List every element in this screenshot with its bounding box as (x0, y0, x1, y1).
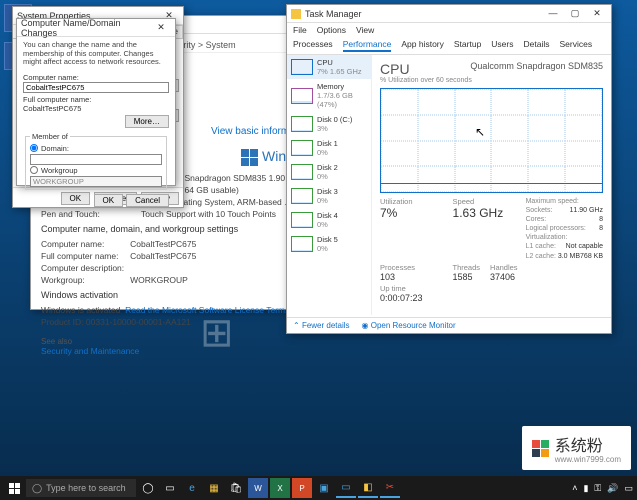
start-button[interactable] (4, 478, 24, 498)
store-icon[interactable]: 🛍 (226, 478, 246, 498)
tab-startup[interactable]: Startup (454, 39, 481, 52)
tab-performance[interactable]: Performance (343, 39, 392, 52)
menu-options[interactable]: Options (317, 25, 346, 35)
tab-services[interactable]: Services (559, 39, 592, 52)
namedlg-description: You can change the name and the membersh… (23, 41, 169, 67)
snip-taskbar-icon[interactable]: ✂ (380, 478, 400, 498)
tm-title: Task Manager (305, 9, 362, 19)
wifi-icon[interactable]: ⚿ (594, 483, 601, 494)
task-manager-window: Task Manager — ▢ ✕ File Options View Pro… (286, 4, 612, 334)
notifications-icon[interactable]: ▭ (624, 483, 633, 494)
workgroup-input (30, 176, 162, 187)
name-domain-dialog: Computer Name/Domain Changes ✕ You can c… (16, 18, 176, 186)
tab-users[interactable]: Users (491, 39, 513, 52)
cortana-icon[interactable]: ◯ (138, 478, 158, 498)
tm-tabs[interactable]: Processes Performance App history Startu… (287, 37, 611, 55)
tab-details[interactable]: Details (524, 39, 550, 52)
maximize-button[interactable]: ▢ (565, 8, 585, 19)
tray-up-icon[interactable]: ˄ (572, 483, 577, 494)
tab-app-history[interactable]: App history (401, 39, 444, 52)
security-maintenance-link[interactable]: Security and Maintenance (41, 346, 139, 356)
sidebar-item-disk-1[interactable]: Disk 10% (287, 136, 371, 160)
name-info-table: Computer name:CobaltTestPC675 Full compu… (41, 238, 202, 286)
powerpoint-icon[interactable]: P (292, 478, 312, 498)
system-tray[interactable]: ˄ ▮ ⚿ 🔊 ▭ (572, 483, 633, 494)
namedlg-title: Computer Name/Domain Changes (21, 18, 151, 38)
workgroup-radio[interactable] (30, 166, 38, 174)
taskbar-search[interactable]: ◯ Type here to search (26, 479, 136, 497)
edge-icon[interactable]: e (182, 478, 202, 498)
battery-icon[interactable]: ▮ (583, 483, 588, 494)
minimize-button[interactable]: — (543, 8, 563, 19)
tm-menubar[interactable]: File Options View (287, 23, 611, 37)
cpu-model: Qualcomm Snapdragon SDM835 (470, 61, 603, 71)
see-also-label: See also (41, 337, 499, 346)
sidebar-item-disk-3[interactable]: Disk 30% (287, 184, 371, 208)
tm-sidebar[interactable]: CPU7% 1.65 GHzMemory1.7/3.6 GB (47%)Disk… (287, 55, 372, 315)
taskbar[interactable]: ◯ Type here to search ◯ ▭ e ▦ 🛍 W X P ▣ … (0, 476, 637, 500)
excel-icon[interactable]: X (270, 478, 290, 498)
sidebar-item-memory[interactable]: Memory1.7/3.6 GB (47%) (287, 79, 371, 112)
more-button[interactable]: More… (125, 115, 169, 128)
full-name-label: Full computer name: (23, 95, 169, 104)
domain-input[interactable] (30, 154, 162, 165)
member-of-group: Member of Domain: Workgroup (25, 132, 167, 190)
sidebar-item-disk-2[interactable]: Disk 20% (287, 160, 371, 184)
fewer-details-link[interactable]: ⌃ Fewer details (293, 321, 350, 330)
close-button[interactable]: ✕ (587, 8, 607, 19)
util-caption: % Utilization over 60 seconds (380, 77, 603, 84)
domain-radio[interactable] (30, 144, 38, 152)
cpu-graph[interactable] (380, 88, 603, 193)
task-view-icon[interactable]: ▭ (160, 478, 180, 498)
cancel-button[interactable]: Cancel (126, 194, 169, 207)
sidebar-item-disk-0-c-[interactable]: Disk 0 (C:)3% (287, 112, 371, 136)
menu-view[interactable]: View (356, 25, 374, 35)
namedlg-titlebar[interactable]: Computer Name/Domain Changes ✕ (17, 19, 175, 37)
taskmgr-taskbar-icon[interactable]: ◧ (358, 478, 378, 498)
system-taskbar-icon[interactable]: ▭ (336, 478, 356, 498)
computer-name-input[interactable] (23, 82, 169, 93)
ok-button[interactable]: OK (94, 194, 124, 207)
word-icon[interactable]: W (248, 478, 268, 498)
task-manager-icon (291, 9, 301, 19)
volume-icon[interactable]: 🔊 (607, 483, 618, 494)
tm-main-panel: Qualcomm Snapdragon SDM835 CPU % Utiliza… (372, 55, 611, 315)
resource-monitor-link[interactable]: ◉ Open Resource Monitor (362, 321, 456, 330)
menu-file[interactable]: File (293, 25, 307, 35)
explorer-icon[interactable]: ▦ (204, 478, 224, 498)
close-button[interactable]: ✕ (151, 22, 171, 33)
cpu-stats: Utilization7% Speed1.63 GHz Maximum spee… (380, 197, 603, 303)
license-link[interactable]: Read the Microsoft Software License Term… (125, 305, 289, 315)
computer-name-label: Computer name: (23, 73, 169, 82)
sidebar-item-disk-5[interactable]: Disk 50% (287, 232, 371, 256)
tm-titlebar[interactable]: Task Manager — ▢ ✕ (287, 5, 611, 23)
sidebar-item-cpu[interactable]: CPU7% 1.65 GHz (287, 55, 371, 79)
tab-processes[interactable]: Processes (293, 39, 333, 52)
sidebar-item-disk-4[interactable]: Disk 40% (287, 208, 371, 232)
pinned-app-icon[interactable]: ▣ (314, 478, 334, 498)
full-name-value: CobaltTestPC675 (23, 104, 169, 113)
site-watermark: 系统粉www.win7999.com (522, 426, 631, 470)
